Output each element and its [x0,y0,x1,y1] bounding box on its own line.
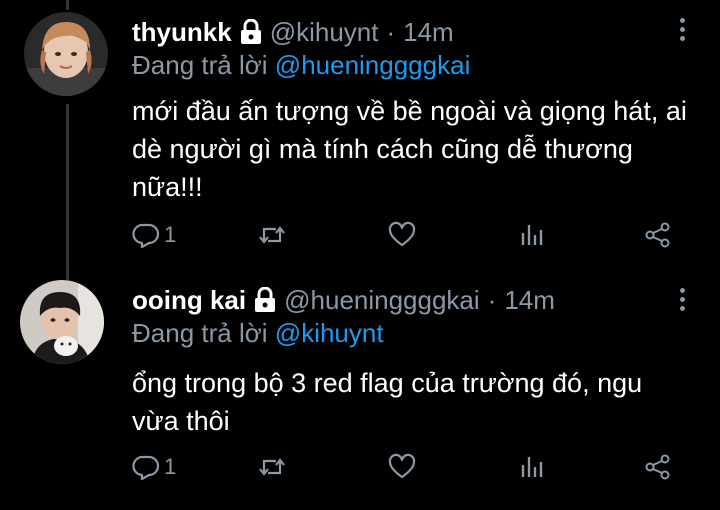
retweet-icon [259,226,285,244]
separator-dot: · [386,16,396,47]
replying-to-label: Đang trả lời [132,318,268,348]
reply-icon [132,223,160,249]
retweet-button[interactable] [258,218,286,252]
lock-icon [254,286,276,313]
more-options-icon[interactable] [678,18,686,48]
share-button[interactable] [644,218,672,252]
action-bar: 1 [132,218,680,252]
display-name[interactable]: thyunkk [132,17,232,48]
timestamp[interactable]: 14m [403,17,454,48]
tweet-text: mới đầu ấn tượng về bề ngoài và giọng há… [132,96,687,202]
reply-count: 1 [164,454,177,479]
reply-icon [132,455,160,481]
lock-icon [240,18,262,45]
share-button[interactable] [644,450,672,484]
like-button[interactable] [388,218,416,252]
reply-button[interactable]: 1 [132,218,176,252]
replying-to-label: Đang trả lời [132,50,268,80]
replying-to: Đang trả lời @hueninggggkai [132,50,470,81]
reply-button[interactable]: 1 [132,450,176,484]
more-options-icon[interactable] [678,288,686,318]
replying-to-mention[interactable]: @kihuynt [275,318,384,348]
views-button[interactable] [518,218,546,252]
like-icon [388,453,416,479]
views-icon [521,225,543,245]
tweet-text: ổng trong bộ 3 red flag của trường đó, n… [132,368,643,436]
timestamp[interactable]: 14m [504,285,555,316]
views-icon [521,457,543,477]
like-icon [388,221,416,247]
avatar[interactable] [20,280,104,364]
user-handle[interactable]: @kihuynt [270,17,379,48]
share-icon [645,222,670,248]
like-button[interactable] [388,450,416,484]
tweet[interactable]: ooing kai @hueninggggkai · 14m Đang trả … [0,270,720,510]
reply-count: 1 [164,222,177,247]
replying-to-mention[interactable]: @hueninggggkai [275,50,471,80]
separator-dot: · [487,284,497,315]
tweet-header: ooing kai @hueninggggkai · 14m [132,280,555,320]
views-button[interactable] [518,450,546,484]
tweet[interactable]: thyunkk @kihuynt · 14m Đang trả lời @hue… [0,0,720,270]
retweet-icon [259,458,285,476]
avatar[interactable] [24,12,108,96]
retweet-button[interactable] [258,450,286,484]
action-bar: 1 [132,450,680,484]
user-handle[interactable]: @hueninggggkai [284,285,480,316]
display-name[interactable]: ooing kai [132,285,246,316]
replying-to: Đang trả lời @kihuynt [132,318,384,349]
share-icon [645,454,670,480]
tweet-header: thyunkk @kihuynt · 14m [132,12,454,52]
